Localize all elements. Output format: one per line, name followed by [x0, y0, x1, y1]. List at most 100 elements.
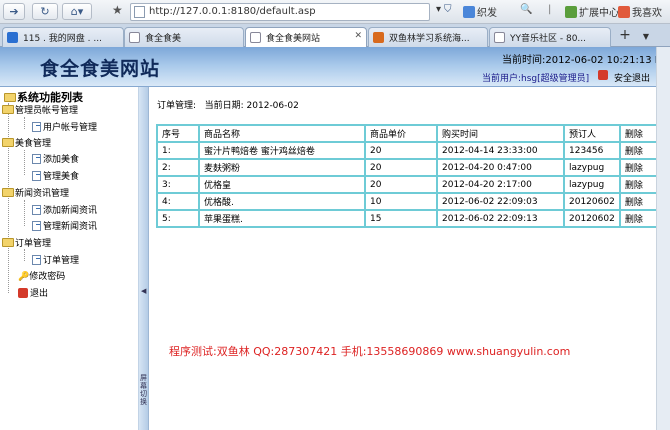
page-header: 食全食美网站 当前时间:2012-06-02 10:21:13 PM 当前用户:…: [0, 47, 670, 87]
folder-icon: [2, 138, 14, 147]
separator: |: [548, 4, 552, 15]
table-header-row: 序号 商品名称 商品单价 购买时间 预订人 删除: [156, 124, 661, 143]
document-icon: [32, 221, 41, 231]
tab-favicon: [250, 32, 261, 43]
cell-time: 2012-04-20 2:17:00: [436, 175, 565, 194]
item-label: 订单管理: [43, 256, 80, 266]
key-icon: 🔑: [18, 272, 30, 282]
search-icon[interactable]: 🔍: [520, 4, 532, 15]
cell-price: 20: [364, 158, 438, 177]
cell-time: 2012-06-02 22:09:13: [436, 209, 565, 228]
sidebar: 系统功能列表 管理员帐号管理 用户帐号管理 美食管理 添加美食 管理美食 新闻资…: [0, 87, 139, 430]
main-content: 订单管理: 当前日期: 2012-06-02 序号 商品名称 商品单价 购买时间…: [150, 87, 670, 430]
tab-label: YY音乐社区 - 80...: [510, 34, 586, 44]
tab-shuangyulin[interactable]: 双鱼林学习系统海...: [368, 27, 488, 47]
cell-user: 20120602: [563, 209, 621, 228]
address-bar[interactable]: http://127.0.0.1:8180/default.asp: [130, 3, 430, 21]
column-header: 预订人: [563, 124, 621, 143]
group-label: 订单管理: [15, 239, 52, 249]
column-header: 删除: [618, 124, 661, 143]
tab-food-site[interactable]: 食全食美网站 ✕: [245, 27, 367, 48]
tree-line: [24, 117, 25, 129]
delete-link[interactable]: 删除: [618, 209, 661, 228]
extension-center-button[interactable]: 扩展中心: [565, 4, 619, 19]
group-label: 新闻资讯管理: [15, 189, 70, 199]
favorites-label: 我喜欢: [632, 8, 662, 19]
cell-no: 4:: [156, 192, 200, 211]
browser-toolbar: ➔ ↻ ⌂▾ ★ http://127.0.0.1:8180/default.a…: [0, 0, 670, 24]
sidebar-item-add-news[interactable]: 添加新闻资讯: [32, 203, 97, 216]
delete-link[interactable]: 删除: [618, 158, 661, 177]
current-time: 当前时间:2012-06-02 10:21:13 PM: [502, 55, 670, 66]
sidebar-item-user-accounts[interactable]: 用户帐号管理: [32, 120, 97, 133]
folder-icon: [2, 238, 14, 247]
delete-link[interactable]: 删除: [618, 192, 661, 211]
tab-favicon: [494, 32, 505, 43]
tab-yy[interactable]: YY音乐社区 - 80...: [489, 27, 611, 47]
sidebar-group-admin[interactable]: 管理员帐号管理: [2, 103, 78, 116]
delete-link[interactable]: 删除: [618, 175, 661, 194]
tab-favicon: [129, 32, 140, 43]
logout-link[interactable]: 安全退出: [614, 71, 650, 84]
logout-icon: [598, 70, 608, 80]
column-header: 序号: [156, 124, 200, 143]
cell-no: 1:: [156, 141, 200, 160]
tab-bar: 115 . 我的网盘 . ... 食全食美 食全食美网站 ✕ 双鱼林学习系统海.…: [0, 24, 670, 48]
cell-user: 20120602: [563, 192, 621, 211]
tab-food[interactable]: 食全食美: [124, 27, 244, 47]
sidebar-item-manage-news[interactable]: 管理新闻资讯: [32, 219, 97, 232]
item-label: 退出: [30, 289, 49, 299]
sidebar-group-news[interactable]: 新闻资讯管理: [2, 186, 69, 199]
tree-line: [24, 150, 25, 175]
tab-label: 115 . 我的网盘 . ...: [23, 34, 102, 44]
item-label: 管理美食: [43, 172, 80, 182]
folder-open-icon: [4, 93, 16, 102]
document-icon: [32, 205, 41, 215]
tab-label: 双鱼林学习系统海...: [389, 34, 470, 44]
sidebar-change-password[interactable]: 🔑修改密码: [18, 269, 65, 282]
shield-icon[interactable]: ⛉: [444, 4, 452, 15]
tab-favicon: [7, 32, 18, 43]
search-label: 织发: [477, 8, 497, 19]
section-title: 订单管理:: [157, 101, 197, 111]
dropdown-icon[interactable]: ▾: [436, 4, 441, 15]
cell-no: 3:: [156, 175, 200, 194]
column-header: 商品名称: [198, 124, 366, 143]
cell-time: 2012-04-20 0:47:00: [436, 158, 565, 177]
sidebar-exit[interactable]: 退出: [18, 286, 48, 299]
cell-time: 2012-06-02 22:09:03: [436, 192, 565, 211]
close-icon[interactable]: ✕: [354, 31, 362, 41]
sidebar-item-manage-food[interactable]: 管理美食: [32, 169, 79, 182]
home-icon[interactable]: ⌂▾: [62, 3, 92, 20]
refresh-icon[interactable]: ↻: [32, 3, 58, 20]
tab-label: 食全食美网站: [266, 34, 321, 44]
tree-line: [24, 249, 25, 261]
tab-115[interactable]: 115 . 我的网盘 . ...: [2, 27, 124, 47]
cell-time: 2012-04-14 23:33:00: [436, 141, 565, 160]
item-label: 添加美食: [43, 155, 80, 165]
current-date: 当前日期: 2012-06-02: [204, 101, 299, 111]
delete-link[interactable]: 删除: [618, 141, 661, 160]
item-label: 修改密码: [29, 272, 66, 282]
scrollbar[interactable]: [656, 47, 670, 430]
sidebar-toggle[interactable]: ◀ 屏幕切换: [139, 87, 149, 430]
document-icon: [32, 122, 41, 132]
cell-no: 5:: [156, 209, 200, 228]
sidebar-group-orders[interactable]: 订单管理: [2, 236, 51, 249]
search-box[interactable]: 织发: [463, 4, 497, 19]
document-icon: [32, 154, 41, 164]
folder-icon: [2, 188, 14, 197]
orders-table: 序号 商品名称 商品单价 购买时间 预订人 删除 1: 蜜汁片鸭焙卷 蜜汁鸡丝焙…: [156, 124, 661, 228]
sidebar-item-manage-orders[interactable]: 订单管理: [32, 253, 79, 266]
sidebar-group-food[interactable]: 美食管理: [2, 136, 51, 149]
tab-list-icon[interactable]: ▼: [638, 28, 654, 45]
cell-price: 15: [364, 209, 438, 228]
cell-name: 麦麸粥粉: [198, 158, 366, 177]
favorites-button[interactable]: 我喜欢: [618, 4, 662, 19]
star-icon[interactable]: ★: [112, 3, 123, 17]
order-heading: 订单管理: 当前日期: 2012-06-02: [157, 98, 299, 111]
extension-center-label: 扩展中心: [579, 8, 619, 19]
new-tab-icon[interactable]: +: [614, 27, 636, 46]
forward-icon[interactable]: ➔: [3, 3, 25, 20]
sidebar-item-add-food[interactable]: 添加美食: [32, 152, 79, 165]
